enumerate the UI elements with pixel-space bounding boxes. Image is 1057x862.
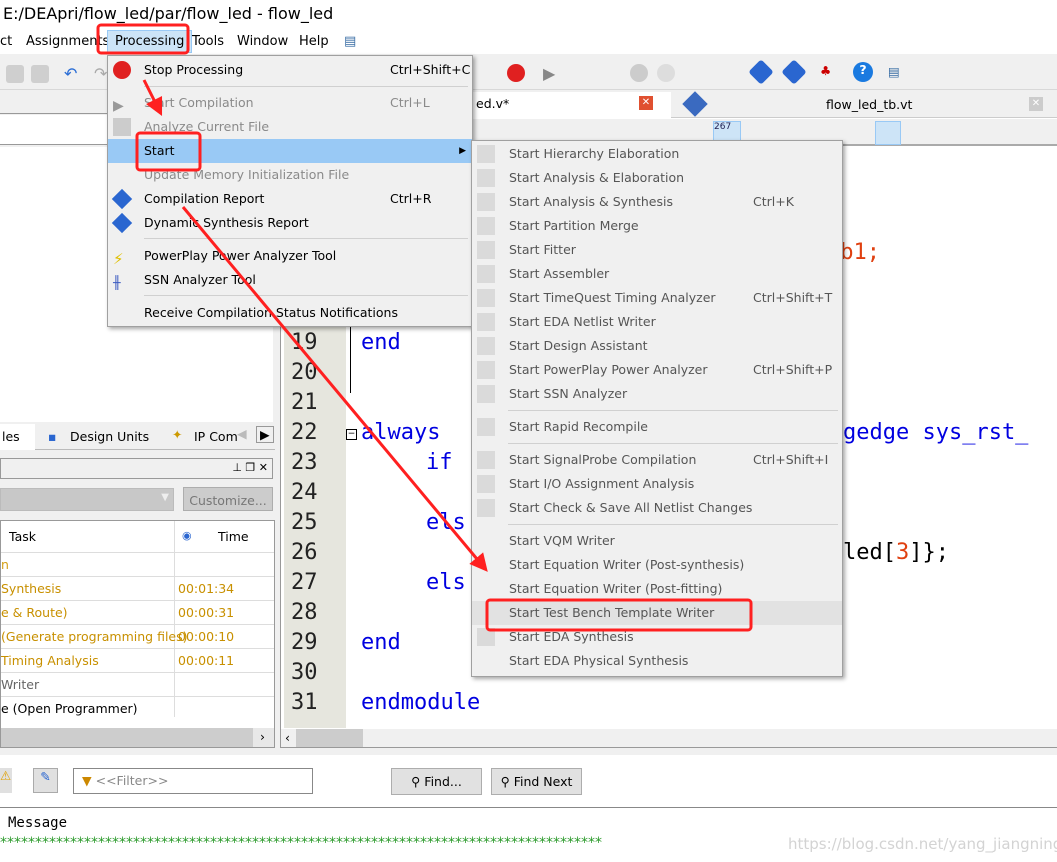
annotation-arrow <box>181 206 488 572</box>
annotation-box-testbench <box>485 598 753 632</box>
annotation-box-start <box>135 131 202 172</box>
annotation-arrow <box>142 79 163 117</box>
annotation-overlay <box>96 23 753 632</box>
annotation-box-processing <box>96 23 190 55</box>
